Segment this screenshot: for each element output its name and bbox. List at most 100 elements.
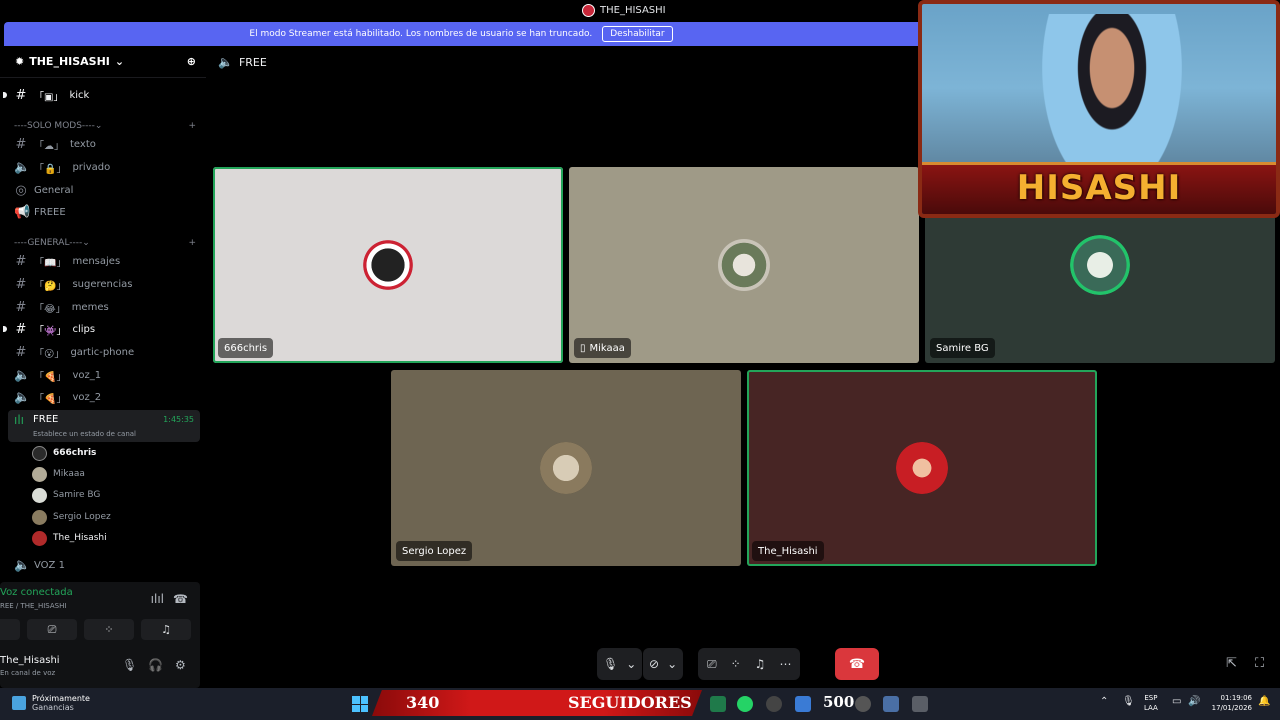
activities-button[interactable]: ⁘ (84, 619, 134, 640)
app-icon[interactable] (855, 696, 871, 712)
channel-voz-1[interactable]: 🔈 「🍕」 voz_1 (8, 365, 200, 385)
hash-icon: # (15, 136, 27, 152)
channel-gartic-phone[interactable]: # 「😮」 gartic-phone (8, 342, 200, 362)
channel-texto[interactable]: # 「☁」 texto (8, 134, 200, 154)
channel-memes[interactable]: # 「😂」 memes (8, 297, 200, 317)
volume-icon[interactable]: 🔊 (1188, 696, 1200, 707)
gear-icon[interactable]: ⚙ (175, 658, 186, 672)
whatsapp-icon[interactable] (737, 696, 753, 712)
disable-streamer-button[interactable]: Deshabilitar (602, 26, 673, 42)
channel-clips[interactable]: # 「👾」 clips (8, 319, 200, 339)
participant-tile[interactable]: The_Hisashi (747, 370, 1097, 566)
channel-voz-2[interactable]: 🔈 「🍕」 voz_2 (8, 387, 200, 407)
current-user-status: En canal de voz (0, 669, 56, 677)
news-widget[interactable]: Próximamente Ganancias (12, 694, 90, 712)
avatar (896, 442, 948, 494)
noise-suppression-icon[interactable]: ılıl (151, 592, 164, 606)
channel-label: privado (72, 161, 111, 173)
language-indicator[interactable]: ESP LAA (1144, 693, 1158, 713)
microphone-icon[interactable]: 🎙 (1122, 696, 1135, 707)
fullscreen-icon[interactable]: ⛶ (1255, 656, 1264, 671)
chevron-down-icon: ⌄ (94, 121, 103, 131)
avatar (32, 509, 47, 525)
soundboard-button[interactable]: ♫ (141, 619, 191, 640)
voice-user[interactable]: Samire BG (32, 486, 100, 504)
app-icon[interactable] (795, 696, 811, 712)
voice-timer: 1:45:35 (163, 415, 194, 424)
screen-share-icon[interactable]: ⎚ (707, 657, 717, 672)
activities-icon: ⁘ (104, 623, 114, 636)
soundboard-icon: ♫ (161, 623, 171, 636)
headphones-icon[interactable]: 🎧 (148, 658, 163, 672)
voice-user[interactable]: 666chris (32, 444, 96, 462)
camera-off-icon[interactable]: ⊘ (649, 657, 659, 671)
participant-tile[interactable]: Sergio Lopez (391, 370, 741, 566)
voice-channel-header: 🔈 FREE (218, 55, 267, 69)
channel-privado[interactable]: 🔈 「🔒」 privado (8, 157, 200, 177)
banner-message: El modo Streamer está habilitado. Los no… (249, 29, 593, 39)
mobile-phone-icon: ▯ (580, 342, 586, 354)
chevron-down-icon[interactable]: ⌄ (626, 657, 636, 671)
app-icon[interactable] (883, 696, 899, 712)
network-icon[interactable]: ▭ (1172, 696, 1181, 707)
server-logo-icon (582, 4, 595, 17)
add-member-icon[interactable]: ⊕ (187, 55, 196, 68)
channel-general[interactable]: ◎ General (8, 180, 200, 200)
soundboard-icon[interactable]: ♫ (755, 657, 766, 671)
camera-button[interactable]: ▮ (0, 619, 20, 640)
active-voice-channel[interactable]: ılı FREE 1:45:35 Establece un estado de … (8, 410, 200, 442)
clock-date: 17/01/2026 (1211, 704, 1252, 712)
activity-control-group: ⎚ ⁘ ♫ ⋯ (698, 648, 801, 680)
chatgpt-icon[interactable] (766, 696, 782, 712)
follower-count: 340 (406, 693, 440, 712)
voice-user[interactable]: The_Hisashi (32, 529, 107, 547)
start-button[interactable] (352, 696, 368, 712)
stage-icon: ◎ (15, 182, 27, 198)
channel-sugerencias[interactable]: # 「🤔」 sugerencias (8, 274, 200, 294)
hash-icon: # (15, 276, 27, 292)
add-channel-icon[interactable]: + (188, 238, 196, 248)
current-user-name[interactable]: The_Hisashi (0, 655, 60, 666)
avatar (32, 466, 47, 482)
microphone-icon[interactable]: 🎙 (122, 658, 137, 672)
mic-control-group[interactable]: 🎙 ⌄ (597, 648, 643, 680)
category-solo-mods[interactable]: ----SOLO MODS---- ⌄ + (14, 119, 196, 133)
thinking-emoji-icon: 「🤔」 (34, 280, 67, 292)
app-icon[interactable] (912, 696, 928, 712)
pop-out-icon[interactable]: ⇱ (1226, 656, 1237, 671)
more-options-icon[interactable]: ⋯ (779, 657, 791, 671)
channel-freee[interactable]: 📢 FREEE (8, 202, 200, 222)
system-clock[interactable]: 01:19:06 17/01/2026 (1206, 693, 1252, 713)
webcam-overlay: HISASHI (918, 0, 1280, 218)
screen-share-button[interactable]: ⎚ (27, 619, 77, 640)
participant-tile[interactable]: 666chris (213, 167, 563, 363)
channel-title: FREE (238, 55, 267, 69)
camera-control-group[interactable]: ⊘ ⌄ (643, 648, 684, 680)
activities-icon[interactable]: ⁘ (731, 657, 741, 671)
hash-icon: # (15, 87, 27, 103)
voice-connected-label[interactable]: Voz conectada (0, 587, 73, 598)
avatar (32, 487, 47, 503)
channel-kick[interactable]: # 「▣」 kick (8, 85, 200, 105)
disconnect-icon[interactable]: ☎ (173, 592, 188, 606)
add-channel-icon[interactable]: + (188, 121, 196, 131)
channel-mensajes[interactable]: # 「📖」 mensajes (8, 251, 200, 271)
app-icon[interactable] (710, 696, 726, 712)
voice-user[interactable]: Sergio Lopez (32, 508, 111, 526)
avatar (718, 239, 770, 291)
category-general[interactable]: ----GENERAL---- ⌄ + (14, 236, 196, 250)
server-header[interactable]: ✹ THE_HISASHI ⌄ ⊕ (0, 46, 206, 78)
chevron-up-icon[interactable]: ⌃ (1100, 696, 1108, 707)
participant-name: Mikaaa (589, 342, 625, 354)
microphone-icon[interactable]: 🎙 (603, 657, 618, 671)
participant-name: Samire BG (936, 342, 989, 354)
channel-voz-1-upper[interactable]: 🔈 VOZ 1 (8, 555, 200, 575)
end-call-button[interactable]: ☎ (835, 648, 879, 680)
chevron-down-icon[interactable]: ⌄ (667, 657, 677, 671)
voice-user[interactable]: Mikaaa (32, 465, 85, 483)
channel-status-prompt[interactable]: Establece un estado de canal (33, 430, 136, 438)
participant-tile[interactable]: ▯ Mikaaa (569, 167, 919, 363)
channel-label: memes (71, 301, 109, 313)
notification-icon[interactable]: 🔔 (1258, 696, 1270, 707)
participant-tile[interactable]: Samire BG (925, 218, 1275, 363)
